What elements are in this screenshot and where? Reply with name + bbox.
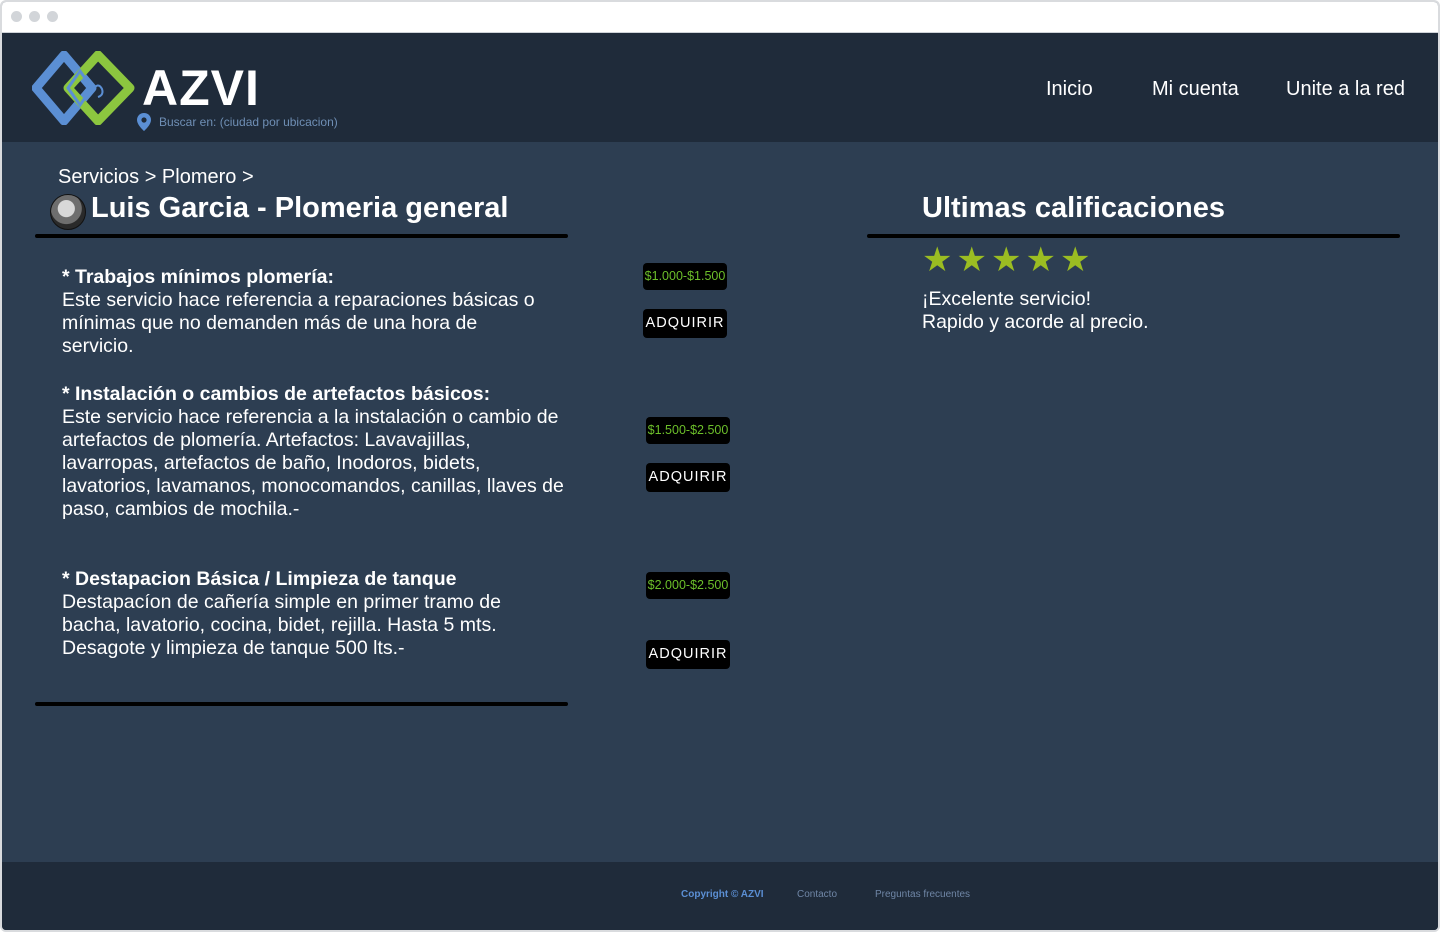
- review-line: Rapido y acorde al precio.: [922, 311, 1149, 333]
- star-icon: ★: [956, 241, 987, 279]
- price-badge: $1.000-$1.500: [643, 263, 727, 290]
- service-title: * Destapacion Básica / Limpieza de tanqu…: [62, 568, 457, 590]
- provider-avatar[interactable]: [50, 194, 86, 230]
- service-description: Este servicio hace referencia a reparaci…: [62, 289, 535, 357]
- adquirir-button-1[interactable]: ADQUIRIR: [643, 309, 727, 338]
- service-title: * Instalación o cambios de artefactos bá…: [62, 383, 491, 405]
- star-icon: ★: [1059, 241, 1091, 279]
- nav-unite-a-la-red[interactable]: Unite a la red: [1286, 78, 1405, 101]
- price-badge: $2.000-$2.500: [646, 572, 730, 599]
- nav-mi-cuenta[interactable]: Mi cuenta: [1152, 78, 1239, 101]
- adquirir-button-3[interactable]: ADQUIRIR: [646, 640, 730, 669]
- review-text: ¡Excelente servicio! Rapido y acorde al …: [922, 288, 1149, 334]
- ratings-divider: [867, 234, 1400, 238]
- service-title: * Trabajos mínimos plomería:: [62, 266, 334, 288]
- provider-heading: Luis Garcia - Plomeria general: [91, 192, 509, 224]
- section-divider-bottom: [35, 702, 568, 706]
- header-bar: AZVI Buscar en: (ciudad por ubicacion) I…: [2, 33, 1438, 142]
- footer-contacto-link[interactable]: Contacto: [797, 889, 837, 900]
- price-badge: $1.500-$2.500: [646, 417, 730, 444]
- service-description: Destapacíon de cañería simple en primer …: [62, 591, 501, 636]
- star-icon: ★: [1025, 241, 1056, 279]
- adquirir-button-2[interactable]: ADQUIRIR: [646, 463, 730, 492]
- browser-window: AZVI Buscar en: (ciudad por ubicacion) I…: [0, 0, 1440, 932]
- service-item-1: * Trabajos mínimos plomería: Este servic…: [62, 266, 582, 358]
- main-content: Servicios > Plomero > Luis Garcia - Plom…: [2, 142, 1438, 862]
- footer-copyright: Copyright © AZVI: [681, 889, 764, 900]
- window-chrome: [2, 2, 1438, 33]
- section-divider: [35, 234, 568, 238]
- ratings-heading: Ultimas calificaciones: [922, 192, 1226, 224]
- service-description: Este servicio hace referencia a la insta…: [62, 406, 564, 520]
- brand-name[interactable]: AZVI: [142, 60, 260, 116]
- window-maximize-dot[interactable]: [47, 11, 58, 22]
- location-hint-text: Buscar en: (ciudad por ubicacion): [159, 115, 338, 129]
- location-search[interactable]: Buscar en: (ciudad por ubicacion): [137, 113, 338, 131]
- window-close-dot[interactable]: [11, 11, 22, 22]
- footer-bar: Copyright © AZVI Contacto Preguntas frec…: [2, 862, 1438, 930]
- service-item-2: * Instalación o cambios de artefactos bá…: [62, 383, 582, 521]
- nav-inicio[interactable]: Inicio: [1046, 78, 1093, 101]
- review-line: ¡Excelente servicio!: [922, 288, 1092, 310]
- star-icon: ★: [922, 241, 953, 279]
- breadcrumb[interactable]: Servicios > Plomero >: [58, 166, 254, 189]
- location-pin-icon: [137, 113, 151, 131]
- service-item-3: * Destapacion Básica / Limpieza de tanqu…: [62, 568, 582, 660]
- service-description: Desagote y limpieza de tanque 500 lts.-: [62, 637, 405, 659]
- footer-faq-link[interactable]: Preguntas frecuentes: [875, 889, 970, 900]
- azvi-logo-icon[interactable]: [32, 51, 136, 125]
- window-minimize-dot[interactable]: [29, 11, 40, 22]
- star-rating: ★ ★ ★ ★ ★: [922, 242, 1090, 278]
- star-icon: ★: [990, 241, 1022, 279]
